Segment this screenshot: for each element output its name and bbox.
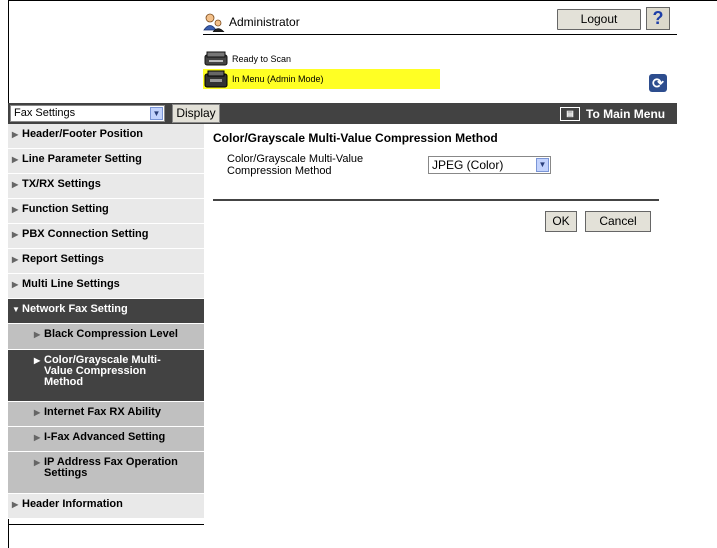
sidebar-item-label: Multi Line Settings	[22, 278, 120, 290]
sidebar-item-label: Line Parameter Setting	[22, 153, 142, 165]
cancel-button[interactable]: Cancel	[585, 211, 651, 232]
to-main-menu-link[interactable]: ▤ To Main Menu	[560, 103, 665, 124]
triangle-right-icon: ▶	[34, 458, 41, 467]
sidebar-item-pbx[interactable]: ▶ PBX Connection Setting	[8, 224, 204, 249]
sidebar-item-line-parameter[interactable]: ▶ Line Parameter Setting	[8, 149, 204, 174]
triangle-right-icon: ▶	[12, 230, 19, 239]
compression-method-value: JPEG (Color)	[432, 158, 504, 172]
triangle-right-icon: ▶	[12, 255, 19, 264]
chevron-down-icon[interactable]: ▼	[150, 107, 163, 120]
machine-icon	[203, 70, 229, 88]
sidebar-item-tx-rx[interactable]: ▶ TX/RX Settings	[8, 174, 204, 199]
sidebar: ▶ Header/Footer Position ▶ Line Paramete…	[8, 124, 204, 519]
page-title: Color/Grayscale Multi-Value Compression …	[213, 131, 498, 145]
triangle-right-icon: ▶	[34, 356, 41, 365]
sidebar-item-network-fax[interactable]: ▼ Network Fax Setting	[8, 299, 204, 324]
triangle-down-icon: ▼	[12, 305, 20, 314]
sidebar-item-label: I-Fax Advanced Setting	[44, 431, 166, 443]
sidebar-subitem-ip-address-fax[interactable]: ▶ IP Address Fax Operation Settings	[8, 452, 204, 494]
sidebar-item-report[interactable]: ▶ Report Settings	[8, 249, 204, 274]
status-menu-text: In Menu (Admin Mode)	[232, 74, 324, 84]
triangle-right-icon: ▶	[12, 500, 19, 509]
administrator-icon	[203, 12, 225, 33]
sidebar-item-function[interactable]: ▶ Function Setting	[8, 199, 204, 224]
refresh-icon[interactable]: ⟳	[649, 74, 667, 92]
sidebar-bottom-divider	[8, 524, 204, 525]
sidebar-item-label: Header/Footer Position	[22, 128, 144, 140]
ok-button[interactable]: OK	[545, 211, 577, 232]
category-select-value: Fax Settings	[14, 107, 76, 119]
sidebar-item-label: Internet Fax RX Ability	[44, 406, 161, 418]
status-ready-text: Ready to Scan	[232, 54, 292, 64]
sidebar-subitem-internet-fax-rx[interactable]: ▶ Internet Fax RX Ability	[8, 402, 204, 427]
chevron-down-icon[interactable]: ▼	[536, 158, 549, 172]
sidebar-item-header-information[interactable]: ▶ Header Information	[8, 494, 204, 519]
compression-method-select[interactable]: JPEG (Color) ▼	[428, 156, 551, 174]
main-menu-icon: ▤	[560, 106, 580, 121]
status-menu-row: In Menu (Admin Mode)	[203, 69, 440, 89]
triangle-right-icon: ▶	[12, 205, 19, 214]
sidebar-item-label: Network Fax Setting	[22, 303, 128, 315]
display-button[interactable]: Display	[172, 104, 220, 123]
sidebar-subitem-color-compression[interactable]: ▶ Color/Grayscale Multi-Value Compressio…	[8, 350, 204, 402]
sidebar-item-header-footer[interactable]: ▶ Header/Footer Position	[8, 124, 204, 149]
scanner-icon	[203, 50, 229, 68]
sidebar-item-label: Color/Grayscale Multi-Value Compression …	[44, 354, 161, 388]
sidebar-item-label: Header Information	[22, 498, 123, 510]
frame-top-border	[8, 0, 717, 1]
sidebar-item-label: TX/RX Settings	[22, 178, 101, 190]
sidebar-item-label: Black Compression Level	[44, 328, 178, 340]
sidebar-item-label: PBX Connection Setting	[22, 228, 149, 240]
header-divider	[203, 34, 677, 35]
sidebar-item-label: IP Address Fax Operation Settings	[44, 456, 178, 479]
status-ready-row: Ready to Scan	[203, 49, 291, 69]
help-button[interactable]: ?	[646, 7, 670, 30]
compression-method-label: Color/Grayscale Multi-Value Compression …	[227, 153, 364, 177]
triangle-right-icon: ▶	[34, 330, 41, 339]
category-select[interactable]: Fax Settings ▼	[10, 105, 165, 122]
sidebar-subitem-black-compression[interactable]: ▶ Black Compression Level	[8, 324, 204, 350]
sidebar-item-label: Function Setting	[22, 203, 109, 215]
triangle-right-icon: ▶	[12, 155, 19, 164]
sidebar-item-multi-line[interactable]: ▶ Multi Line Settings	[8, 274, 204, 299]
main-divider	[213, 199, 659, 201]
triangle-right-icon: ▶	[34, 433, 41, 442]
triangle-right-icon: ▶	[12, 280, 19, 289]
sidebar-subitem-ifax-advanced[interactable]: ▶ I-Fax Advanced Setting	[8, 427, 204, 452]
logout-button[interactable]: Logout	[557, 9, 641, 30]
sidebar-item-label: Report Settings	[22, 253, 104, 265]
user-info: Administrator	[203, 11, 300, 33]
triangle-right-icon: ▶	[34, 408, 41, 417]
triangle-right-icon: ▶	[12, 180, 19, 189]
triangle-right-icon: ▶	[12, 130, 19, 139]
to-main-menu-label: To Main Menu	[586, 106, 666, 121]
user-label: Administrator	[229, 15, 300, 29]
